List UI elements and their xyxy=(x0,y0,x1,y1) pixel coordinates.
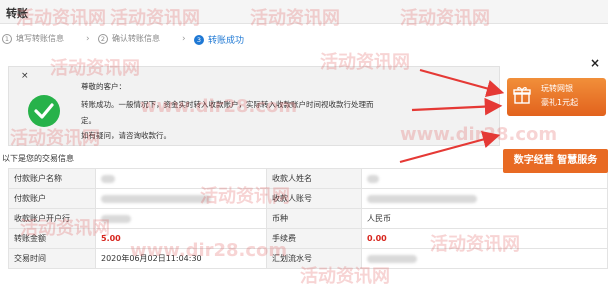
transaction-info-table: 付款账户名称 收款人姓名 付款账户 收款人账号 收款账户开户行 币种 人民币 转… xyxy=(8,168,608,269)
payer-name-label: 付款账户名称 xyxy=(8,168,96,189)
masked-value xyxy=(101,214,131,223)
amount-value: 5.00 xyxy=(95,228,267,249)
table-row: 交易时间 2020年06月02日11:04:30 汇划流水号 xyxy=(8,248,608,269)
payee-bank-label: 收款账户开户行 xyxy=(8,208,96,229)
fee-label: 手续费 xyxy=(266,228,362,249)
payer-name-value xyxy=(95,168,267,189)
table-row: 收款账户开户行 币种 人民币 xyxy=(8,208,608,229)
table-row: 转账金额 5.00 手续费 0.00 xyxy=(8,228,608,249)
greeting-text: 尊敬的客户： xyxy=(81,82,126,91)
table-row: 付款账户 收款人账号 xyxy=(8,188,608,209)
masked-value xyxy=(101,174,115,183)
gift-promo-line2: 豪礼1元起 xyxy=(541,98,579,107)
masked-value xyxy=(367,254,417,263)
amount-label: 转账金额 xyxy=(8,228,96,249)
masked-value xyxy=(101,194,211,203)
success-message-line2: 定。 xyxy=(81,116,96,125)
fee-value: 0.00 xyxy=(361,228,608,249)
masked-value xyxy=(367,194,477,203)
transaction-info-title: 以下是您的交易信息 xyxy=(2,154,74,163)
currency-label: 币种 xyxy=(266,208,362,229)
step-1: 1 填写转账信息 xyxy=(2,33,64,44)
serial-number-label: 汇划流水号 xyxy=(266,248,362,269)
payer-account-label: 付款账户 xyxy=(8,188,96,209)
gift-promo-line1: 玩转网银 xyxy=(541,84,573,93)
step-indicator: 1 填写转账信息 › 2 确认转账信息 › 3 转账成功 xyxy=(0,30,608,50)
success-panel: × 尊敬的客户： 转账成功。一般情况下，资金实时转入收款账户，实际转入收款账户时… xyxy=(8,66,500,146)
title-bar: 转账 xyxy=(0,0,608,24)
gift-promo-button[interactable]: 玩转网银 豪礼1元起 xyxy=(507,78,606,116)
success-check-icon xyxy=(28,95,60,127)
ad-close-icon[interactable]: × xyxy=(590,56,600,70)
step-separator-icon: › xyxy=(182,34,186,44)
step-3: 3 转账成功 xyxy=(194,33,244,46)
step-1-label: 填写转账信息 xyxy=(16,34,64,43)
currency-value: 人民币 xyxy=(361,208,608,229)
payer-account-value xyxy=(95,188,267,209)
payee-name-label: 收款人姓名 xyxy=(266,168,362,189)
step-2: 2 确认转账信息 xyxy=(98,33,160,44)
digital-service-button[interactable]: 数字经营 智慧服务 xyxy=(503,149,608,173)
success-message-line1: 转账成功。一般情况下，资金实时转入收款账户，实际转入收款账户时间视收款行处理而 xyxy=(81,100,374,109)
masked-value xyxy=(367,174,379,183)
payee-bank-value xyxy=(95,208,267,229)
gift-icon xyxy=(513,87,531,104)
inquiry-hint: 如有疑问，请咨询收款行。 xyxy=(81,131,171,140)
step-separator-icon: › xyxy=(86,34,90,44)
payee-account-value xyxy=(361,188,608,209)
transaction-time-label: 交易时间 xyxy=(8,248,96,269)
promo-ad: × 玩转网银 豪礼1元起 数字经营 智慧服务 xyxy=(503,56,608,173)
step-3-number: 3 xyxy=(194,34,204,45)
transaction-time-value: 2020年06月02日11:04:30 xyxy=(95,248,267,269)
serial-number-value xyxy=(361,248,608,269)
step-2-label: 确认转账信息 xyxy=(112,34,160,43)
payee-account-label: 收款人账号 xyxy=(266,188,362,209)
step-3-label: 转账成功 xyxy=(208,36,245,46)
page-title: 转账 xyxy=(6,7,28,20)
step-2-number: 2 xyxy=(98,33,108,44)
step-1-number: 1 xyxy=(2,33,12,44)
close-icon[interactable]: × xyxy=(21,71,29,81)
